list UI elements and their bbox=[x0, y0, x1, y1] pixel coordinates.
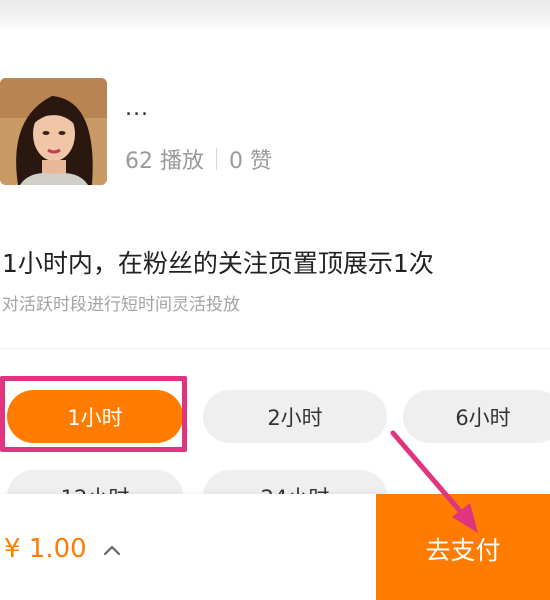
duration-option-1h[interactable]: 1小时 bbox=[7, 390, 183, 443]
video-stats: 62 播放 0 赞 bbox=[125, 143, 272, 175]
chevron-up-icon[interactable] bbox=[100, 538, 124, 562]
promo-subtitle: 对活跃时段进行短时间灵活投放 bbox=[2, 295, 240, 315]
portrait-image bbox=[0, 78, 107, 185]
video-thumbnail[interactable] bbox=[0, 78, 107, 185]
pay-button[interactable]: 去支付 bbox=[376, 494, 550, 600]
duration-option-2h[interactable]: 2小时 bbox=[203, 390, 387, 443]
play-count: 62 播放 bbox=[125, 149, 204, 174]
like-count: 0 赞 bbox=[229, 149, 272, 174]
duration-option-6h[interactable]: 6小时 bbox=[403, 390, 550, 443]
video-title: ... bbox=[125, 96, 149, 121]
top-shadow bbox=[0, 0, 550, 28]
promotion-page: ... 62 播放 0 赞 1小时内，在粉丝的关注页置顶展示1次 对活跃时段进行… bbox=[0, 0, 550, 600]
promo-title: 1小时内，在粉丝的关注页置顶展示1次 bbox=[2, 249, 434, 278]
stat-divider bbox=[216, 148, 217, 170]
section-divider bbox=[0, 348, 550, 349]
price-label: ¥ 1.00 bbox=[4, 534, 87, 564]
